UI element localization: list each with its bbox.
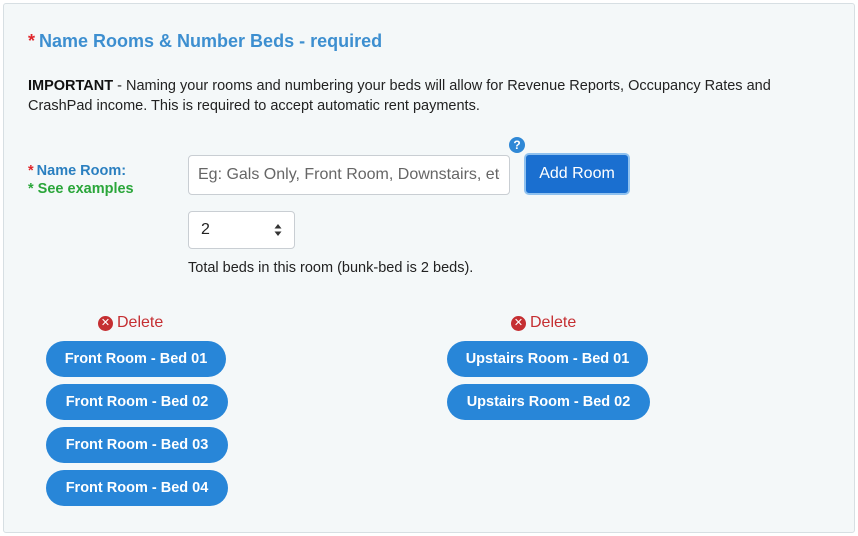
rooms-panel: * Name Rooms & Number Beds - required IMP… — [3, 3, 855, 533]
delete-label: Delete — [530, 314, 577, 331]
name-room-label: * Name Room: — [28, 163, 126, 179]
bed-pill[interactable]: Upstairs Room - Bed 01 — [447, 341, 648, 377]
delete-room-button[interactable]: ✕ Delete — [511, 314, 576, 332]
notice-bold: IMPORTANT — [28, 78, 114, 94]
beds-count-select[interactable]: 2 — [188, 211, 295, 249]
bed-pill[interactable]: Upstairs Room - Bed 02 — [447, 384, 650, 420]
bed-pill[interactable]: Front Room - Bed 04 — [46, 470, 228, 506]
delete-icon: ✕ — [511, 315, 526, 331]
see-examples-link[interactable]: * See examples — [28, 181, 134, 197]
bed-pill[interactable]: Front Room - Bed 01 — [46, 341, 226, 377]
room-group-front: ✕ Delete — [98, 314, 163, 332]
section-title: * Name Rooms & Number Beds - required — [28, 31, 382, 52]
delete-icon: ✕ — [98, 315, 113, 331]
add-room-button[interactable]: Add Room — [524, 153, 630, 195]
beds-hint: Total beds in this room (bunk-bed is 2 b… — [188, 260, 474, 276]
help-icon[interactable]: ? — [509, 137, 525, 153]
bed-pill[interactable]: Front Room - Bed 03 — [46, 427, 228, 463]
name-room-label-text: Name Room: — [36, 163, 127, 179]
notice-text: - Naming your rooms and numbering your b… — [28, 78, 771, 114]
delete-label: Delete — [117, 314, 164, 331]
name-required-star: * — [28, 163, 34, 179]
beds-count-value: 2 — [201, 221, 210, 238]
bed-pill[interactable]: Front Room - Bed 02 — [46, 384, 228, 420]
section-title-text: Name Rooms & Number Beds - required — [39, 31, 383, 51]
room-name-input[interactable] — [188, 155, 510, 195]
required-star: * — [28, 31, 36, 51]
select-arrows-icon — [274, 224, 282, 236]
important-notice: IMPORTANT - Naming your rooms and number… — [28, 76, 828, 116]
delete-room-button[interactable]: ✕ Delete — [98, 314, 163, 332]
room-group-upstairs: ✕ Delete — [511, 314, 576, 332]
